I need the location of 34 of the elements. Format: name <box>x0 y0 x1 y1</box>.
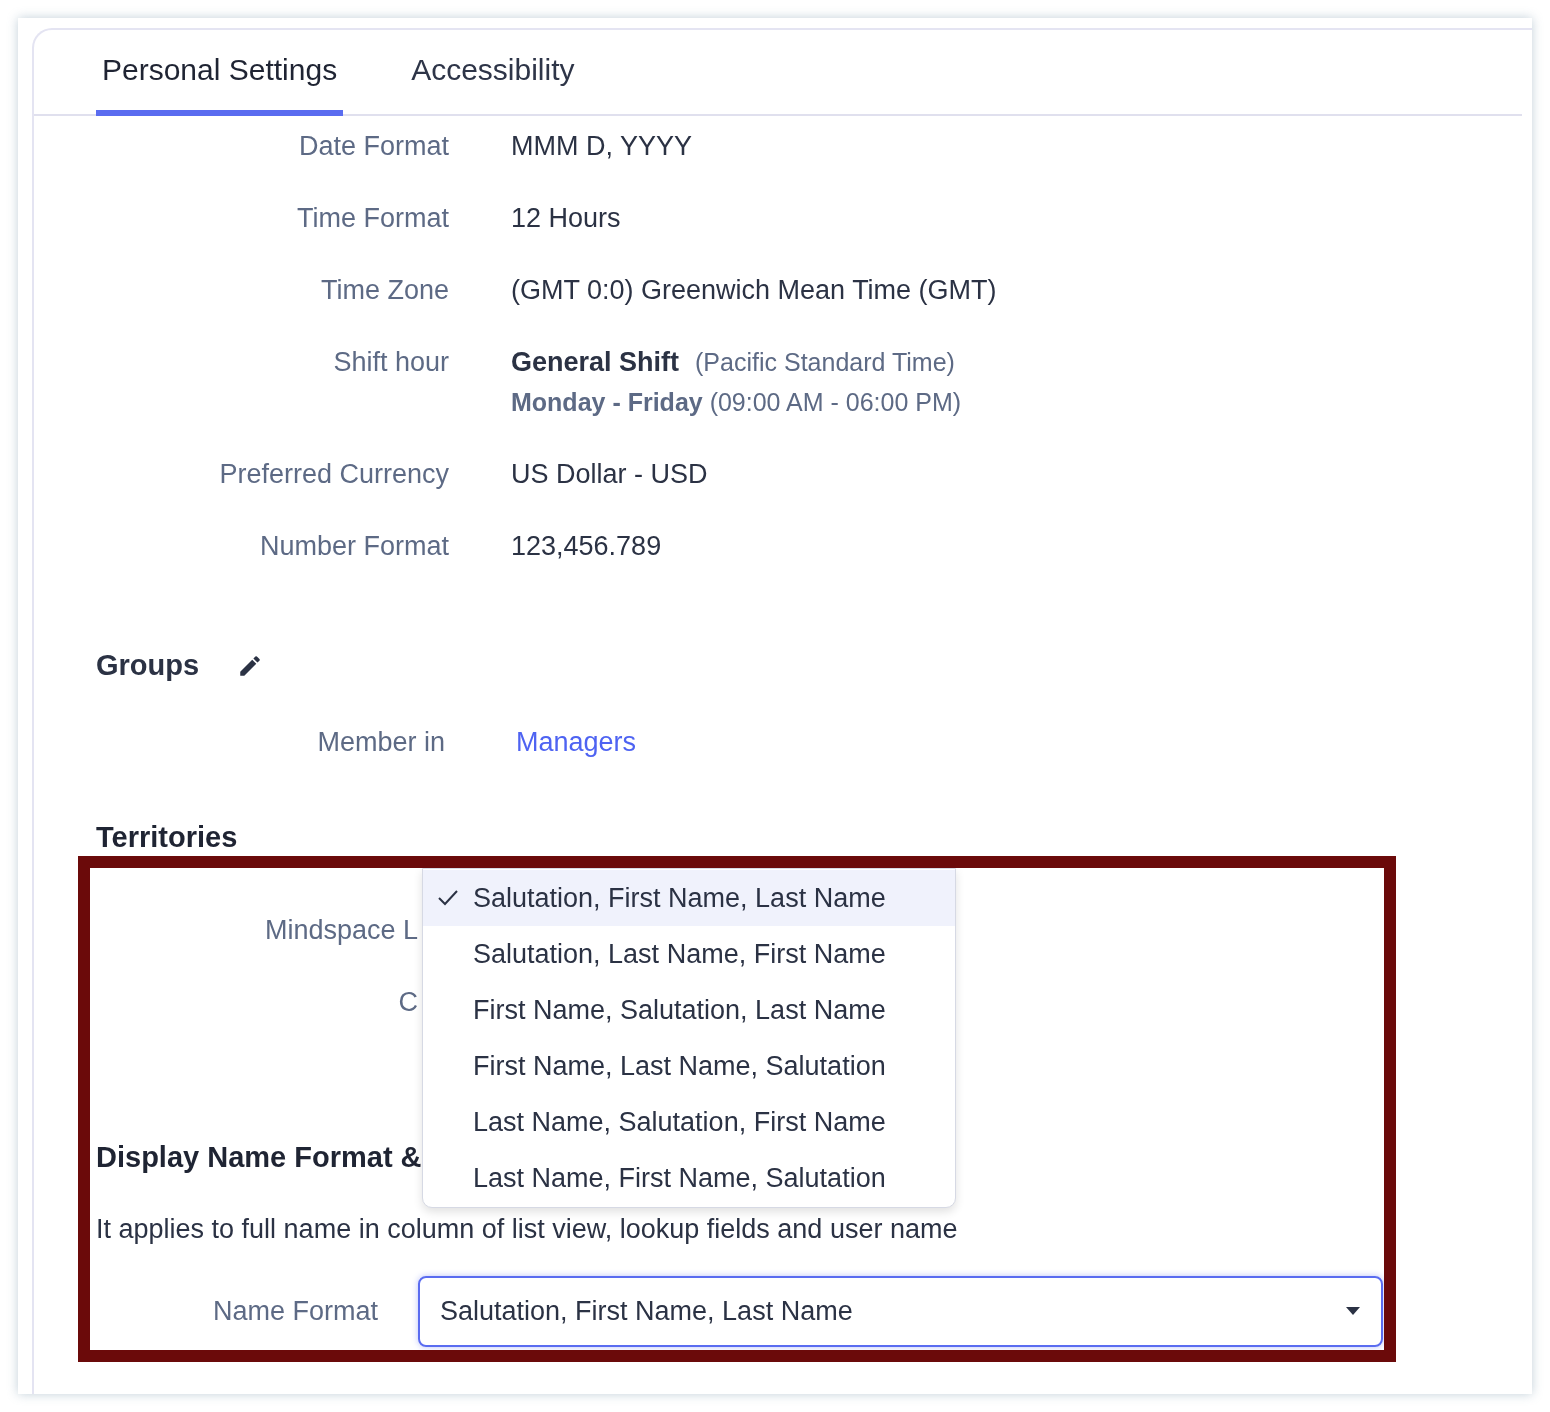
shift-name: General Shift <box>511 346 680 378</box>
section-title: Display Name Format & <box>96 1140 422 1173</box>
group-link[interactable]: Managers <box>516 721 637 762</box>
setting-value: 12 Hours <box>511 202 621 234</box>
setting-value: US Dollar - USD <box>511 458 708 490</box>
setting-label: Date Format <box>297 130 450 162</box>
dropdown-option[interactable]: Salutation, Last Name, First Name <box>423 926 955 982</box>
name-format-select[interactable]: Salutation, First Name, Last Name <box>418 1275 1383 1347</box>
setting-label: Member in <box>316 725 445 759</box>
setting-value: 123,456.789 <box>511 530 662 562</box>
dropdown-option[interactable]: Last Name, First Name, Salutation <box>423 1150 955 1206</box>
section-description: It applies to full name in column of list view, lookup fields and user name <box>96 1214 958 1244</box>
dropdown-option[interactable]: Last Name, Salutation, First Name <box>423 1094 955 1150</box>
setting-value: MMM D, YYYY <box>511 130 693 162</box>
setting-label: Time Zone <box>319 274 450 306</box>
setting-value: (GMT 0:0) Greenwich Mean Time (GMT) <box>511 274 997 306</box>
shift-time-zone: (Pacific Standard Time) <box>695 347 955 378</box>
setting-label: Preferred Currency <box>218 458 450 490</box>
setting-label: Number Format <box>258 530 450 562</box>
setting-label: Time Format <box>296 202 450 234</box>
territory-label: C <box>397 985 418 1018</box>
shift-days: Monday - Friday (09:00 AM - 06:00 PM) <box>511 386 962 418</box>
dropdown-option[interactable]: First Name, Last Name, Salutation <box>423 1038 955 1094</box>
tab[interactable]: Accessibility <box>405 52 581 116</box>
territory-label: Mindspace L <box>263 913 418 946</box>
check-icon <box>437 889 459 907</box>
section-title: Territories <box>96 821 238 853</box>
field-label: Name Format <box>211 1294 378 1328</box>
dropdown-option[interactable]: Salutation, First Name, Last Name <box>423 870 955 926</box>
tab[interactable]: Personal Settings <box>96 52 344 116</box>
setting-label: Shift hour <box>332 346 450 378</box>
caret-icon <box>1345 1306 1361 1316</box>
section-title: Groups <box>96 648 200 683</box>
dropdown-option[interactable]: First Name, Salutation, Last Name <box>423 982 955 1038</box>
